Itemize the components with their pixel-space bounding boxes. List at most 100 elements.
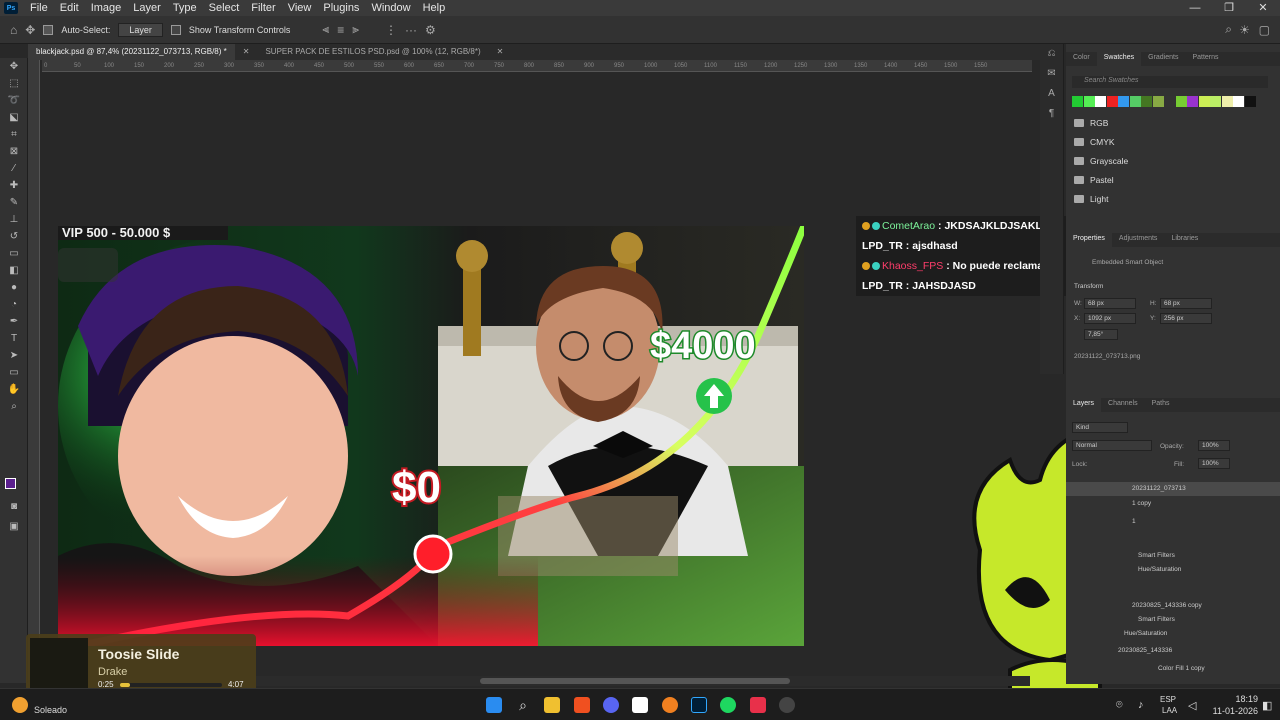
hand-tool-icon[interactable]: ✋: [0, 381, 28, 398]
layer-row[interactable]: 20230825_143336 copy: [1132, 602, 1202, 609]
dodge-tool-icon[interactable]: ◔: [0, 296, 28, 313]
microphone-icon[interactable]: ♪: [1138, 699, 1144, 711]
menu-layer[interactable]: Layer: [127, 2, 167, 14]
layer-row[interactable]: Color Fill 1 copy: [1158, 665, 1205, 672]
kind-filter[interactable]: Kind: [1072, 422, 1128, 433]
tab-adjustments[interactable]: Adjustments: [1112, 233, 1165, 247]
y-field[interactable]: 256 px: [1160, 313, 1212, 324]
color-swatch[interactable]: [1095, 96, 1106, 107]
folder-cmyk[interactable]: CMYK: [1074, 137, 1115, 147]
color-swatch[interactable]: [1118, 96, 1129, 107]
close-icon[interactable]: ✕: [1246, 0, 1280, 16]
photoshop-taskbar-icon[interactable]: [691, 697, 707, 713]
quick-mask-icon[interactable]: ◙: [0, 498, 28, 515]
clone-stamp-icon[interactable]: ⊥: [0, 211, 28, 228]
blend-mode-dropdown[interactable]: Normal: [1072, 440, 1152, 451]
crop-tool-icon[interactable]: ⌗: [0, 126, 28, 143]
windows-start-icon[interactable]: [486, 697, 502, 713]
close-icon[interactable]: ✕: [234, 44, 258, 60]
menu-window[interactable]: Window: [365, 2, 416, 14]
color-swatch[interactable]: [1141, 96, 1152, 107]
layer-row[interactable]: 1 copy: [1132, 500, 1151, 507]
blur-tool-icon[interactable]: ●: [0, 279, 28, 296]
layer-row[interactable]: Smart Filters: [1138, 616, 1175, 623]
color-swatch[interactable]: [1244, 96, 1256, 107]
tab-blackjack[interactable]: blackjack.psd @ 87,4% (20231122_073713, …: [28, 44, 235, 60]
menu-help[interactable]: Help: [417, 2, 452, 14]
layer-row[interactable]: 1: [1132, 518, 1136, 525]
color-swatch[interactable]: [1221, 96, 1233, 107]
thumbnail-artwork[interactable]: VIP 500 - 50.000 $ $4000 $0: [58, 226, 804, 646]
layer-row[interactable]: Hue/Saturation: [1124, 630, 1167, 637]
notifications-icon[interactable]: ◧: [1262, 699, 1272, 712]
tab-properties[interactable]: Properties: [1066, 233, 1112, 247]
search-icon[interactable]: ⌕: [1225, 22, 1232, 37]
history-brush-icon[interactable]: ↺: [0, 228, 28, 245]
healing-brush-icon[interactable]: ✚: [0, 177, 28, 194]
chat-username[interactable]: LPD_TR: [862, 280, 903, 292]
paragraph-icon[interactable]: ¶: [1040, 104, 1063, 124]
tab-paths[interactable]: Paths: [1145, 398, 1177, 412]
x-field[interactable]: 1092 px: [1084, 313, 1136, 324]
menu-view[interactable]: View: [282, 2, 318, 14]
menu-file[interactable]: File: [24, 2, 54, 14]
color-swatch[interactable]: [1187, 96, 1198, 107]
menu-filter[interactable]: Filter: [245, 2, 281, 14]
tab-swatches[interactable]: Swatches: [1096, 52, 1142, 66]
settings-gear-icon[interactable]: ⚙: [425, 23, 436, 37]
chat-username[interactable]: LPD_TR: [862, 240, 903, 252]
color-swatch[interactable]: [1106, 96, 1118, 107]
color-swatch[interactable]: [1152, 96, 1164, 107]
show-transform-checkbox[interactable]: [170, 24, 181, 35]
align-right-icon[interactable]: ⫸: [352, 22, 359, 37]
tab-color[interactable]: Color: [1066, 52, 1097, 66]
frame-tool-icon[interactable]: ⊠: [0, 143, 28, 160]
restore-icon[interactable]: ❐: [1212, 0, 1246, 16]
history-icon[interactable]: ⎌: [1040, 44, 1063, 64]
auto-select-checkbox[interactable]: [43, 24, 54, 35]
width-field[interactable]: 68 px: [1084, 298, 1136, 309]
weather-icon[interactable]: [12, 697, 28, 713]
tab-channels[interactable]: Channels: [1101, 398, 1145, 412]
search-swatches-input[interactable]: Search Swatches: [1072, 76, 1268, 88]
opacity-field[interactable]: 100%: [1198, 440, 1230, 451]
align-left-icon[interactable]: ⫷: [322, 22, 329, 37]
layer-row[interactable]: 20230825_143336: [1118, 647, 1172, 654]
tab-libraries[interactable]: Libraries: [1164, 233, 1205, 247]
language-label[interactable]: ESP: [1160, 695, 1176, 704]
brightness-icon[interactable]: ☀: [1239, 23, 1250, 37]
progress-track[interactable]: [120, 683, 222, 687]
fill-field[interactable]: 100%: [1198, 458, 1230, 469]
menu-select[interactable]: Select: [203, 2, 246, 14]
color-swatch[interactable]: [1175, 96, 1187, 107]
workspace-icon[interactable]: ▢: [1259, 23, 1270, 37]
color-swatch[interactable]: [1072, 96, 1083, 107]
menu-type[interactable]: Type: [167, 2, 203, 14]
path-select-icon[interactable]: ➤: [0, 347, 28, 364]
marquee-tool-icon[interactable]: ⬚: [0, 75, 28, 92]
height-field[interactable]: 68 px: [1160, 298, 1212, 309]
rectangle-tool-icon[interactable]: ▭: [0, 364, 28, 381]
foreground-color-swatch[interactable]: [5, 478, 16, 489]
menu-plugins[interactable]: Plugins: [317, 2, 365, 14]
layer-row-selected[interactable]: 20231122_073713: [1066, 482, 1280, 496]
color-swatch[interactable]: [1129, 96, 1141, 107]
color-swatch[interactable]: [1164, 96, 1175, 107]
folder-grayscale[interactable]: Grayscale: [1074, 156, 1128, 166]
brush-tool-icon[interactable]: ✎: [0, 194, 28, 211]
type-tool-icon[interactable]: T: [0, 330, 28, 347]
close-icon[interactable]: ✕: [488, 44, 512, 60]
color-swatch[interactable]: [1233, 96, 1244, 107]
layer-dropdown[interactable]: Layer: [118, 22, 163, 37]
minimize-icon[interactable]: —: [1178, 0, 1212, 16]
search-icon[interactable]: ⌕: [515, 697, 531, 713]
home-icon[interactable]: ⌂: [10, 23, 17, 37]
gradient-tool-icon[interactable]: ◧: [0, 262, 28, 279]
brave-browser-icon[interactable]: [574, 697, 590, 713]
scrollbar-thumb[interactable]: [480, 678, 790, 684]
distribute-icon[interactable]: ⋮: [385, 23, 397, 37]
move-tool-icon[interactable]: ✥: [25, 23, 35, 37]
chat-username[interactable]: CometArao: [882, 220, 935, 232]
move-tool-icon[interactable]: ✥: [0, 58, 28, 75]
clock-time[interactable]: 18:19: [1222, 694, 1258, 704]
